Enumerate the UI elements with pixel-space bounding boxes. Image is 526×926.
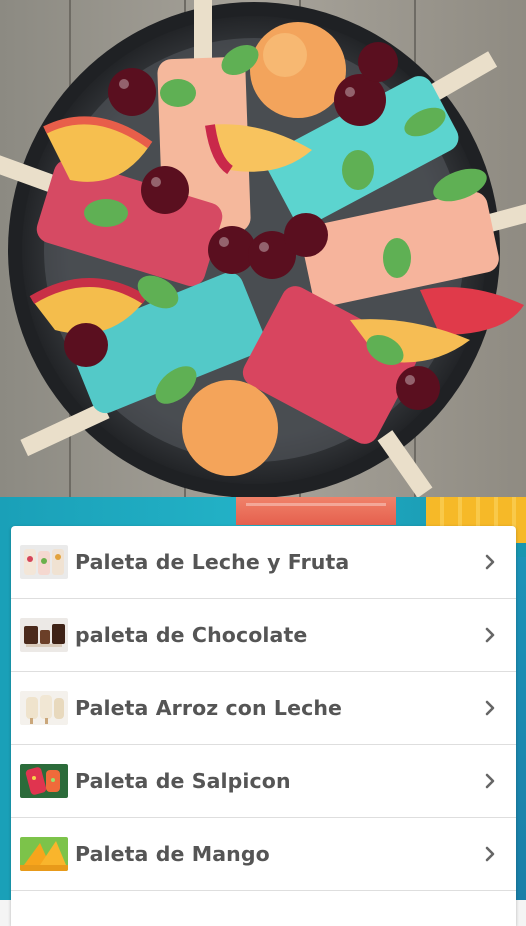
- hero-image: [0, 0, 526, 497]
- chevron-right-icon: [485, 700, 495, 716]
- recipe-item-leche-y-fruta[interactable]: Paleta de Leche y Fruta: [11, 526, 516, 599]
- recipe-label: Paleta de Mango: [75, 842, 270, 866]
- recipe-label: Paleta Arroz con Leche: [75, 696, 343, 720]
- recipe-list: Paleta de Leche y Fruta paleta de Chocol…: [11, 526, 516, 926]
- chevron-right-icon: [485, 773, 495, 789]
- recipe-label: Paleta de Salpicon: [75, 769, 291, 793]
- chevron-right-icon: [485, 627, 495, 643]
- chocolate-popsicle-thumbnail: [20, 618, 68, 652]
- recipe-item-chocolate[interactable]: paleta de Chocolate: [11, 599, 516, 672]
- recipe-label: Paleta de Leche y Fruta: [75, 550, 350, 574]
- fruit-milk-popsicle-thumbnail: [20, 545, 68, 579]
- salpicon-popsicle-thumbnail: [20, 764, 68, 798]
- rice-pudding-popsicle-thumbnail: [20, 691, 68, 725]
- mango-popsicle-thumbnail: [20, 837, 68, 871]
- popsicles-photo: [0, 0, 526, 497]
- chevron-right-icon: [485, 846, 495, 862]
- recipe-label: paleta de Chocolate: [75, 623, 308, 647]
- recipe-item-salpicon[interactable]: Paleta de Salpicon: [11, 745, 516, 818]
- watermelon-popsicle-decoration: [236, 497, 396, 525]
- recipe-item-arroz-con-leche[interactable]: Paleta Arroz con Leche: [11, 672, 516, 745]
- recipe-item-mango[interactable]: Paleta de Mango: [11, 818, 516, 891]
- chevron-right-icon: [485, 554, 495, 570]
